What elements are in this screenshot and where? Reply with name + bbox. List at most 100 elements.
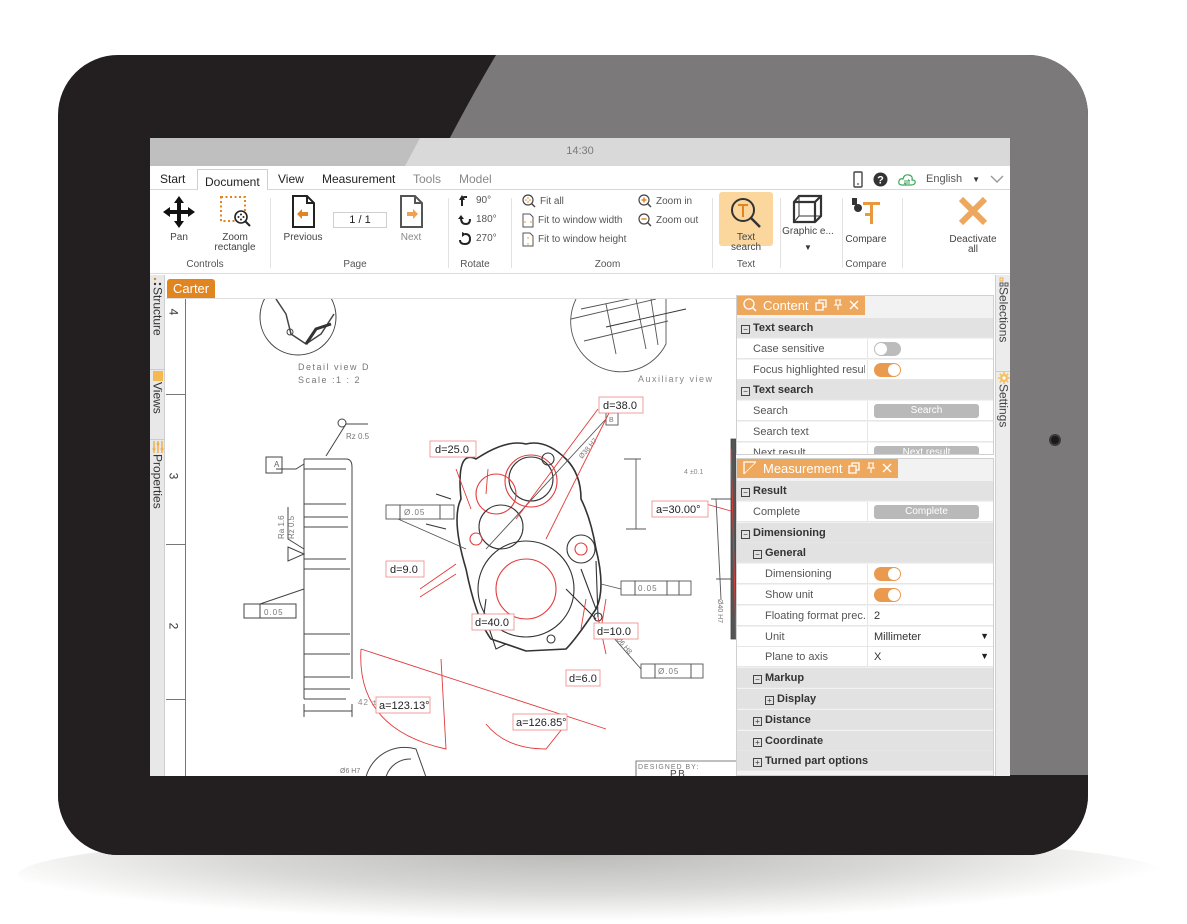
- float-window-icon[interactable]: [814, 299, 827, 311]
- select-value[interactable]: X: [874, 651, 881, 663]
- value-input[interactable]: [874, 426, 984, 440]
- side-tab-settings[interactable]: Settings: [996, 371, 1010, 451]
- close-icon[interactable]: [882, 463, 892, 473]
- measure-label-a126[interactable]: a=126.85°: [516, 717, 567, 729]
- fit-height-button[interactable]: Fit to window height: [522, 232, 626, 247]
- measure-label-d40[interactable]: d=40.0: [475, 617, 509, 629]
- cloud-sync-icon[interactable]: [898, 173, 916, 186]
- side-tab-views[interactable]: Views: [150, 369, 165, 439]
- rotate-180-button[interactable]: 180°: [458, 213, 497, 226]
- side-tab-selections[interactable]: Selections: [996, 277, 1010, 367]
- action-button[interactable]: Search: [874, 404, 979, 419]
- expand-icon[interactable]: +: [753, 737, 762, 747]
- fit-width-button[interactable]: Fit to window width: [522, 213, 622, 228]
- rotate-90-button[interactable]: 90°: [458, 194, 491, 207]
- zoom-rectangle-button[interactable]: Zoom rectangle: [210, 194, 260, 253]
- compare-button[interactable]: Compare: [842, 194, 890, 245]
- graphic-elements-button[interactable]: Graphic e... ▼: [780, 192, 836, 253]
- property-label: Focus highlighted result: [753, 363, 865, 376]
- dropdown-arrow-icon[interactable]: ▼: [980, 631, 989, 641]
- section-header[interactable]: − Text search: [737, 318, 993, 338]
- zoom-out-button[interactable]: Zoom out: [638, 213, 698, 227]
- property-row: Case sensitive: [737, 338, 993, 359]
- measure-label-d38[interactable]: d=38.0: [603, 400, 637, 412]
- section-header[interactable]: − Markup: [737, 668, 993, 689]
- expand-icon[interactable]: +: [753, 716, 762, 726]
- float-window-icon[interactable]: [848, 462, 861, 474]
- rotate-270-button[interactable]: 270°: [458, 232, 497, 245]
- drawing-viewport[interactable]: 4 3 2 Detail view D Scale:1: 2 Auxilia…: [166, 298, 736, 776]
- toggle-switch[interactable]: [874, 362, 901, 377]
- content-panel-title: Content: [763, 297, 809, 313]
- zoom-in-button[interactable]: Zoom in: [638, 194, 692, 208]
- section-header[interactable]: − Text search: [737, 380, 993, 401]
- section-header[interactable]: + Coordinate: [737, 730, 993, 751]
- toggle-switch[interactable]: [874, 588, 901, 602]
- toggle-switch[interactable]: [874, 567, 901, 582]
- ribbon-separator: [448, 198, 449, 268]
- collapse-icon[interactable]: −: [741, 387, 750, 397]
- tab-document[interactable]: Document: [197, 169, 268, 191]
- measure-label-a30[interactable]: a=30.00°: [656, 504, 700, 516]
- measure-label-d6[interactable]: d=6.0: [569, 673, 597, 685]
- measure-label-d10[interactable]: d=10.0: [597, 626, 631, 638]
- svg-text:Ra 1.6: Ra 1.6: [277, 515, 286, 539]
- tab-measurement[interactable]: Measurement: [322, 172, 395, 186]
- side-tab-properties[interactable]: Properties: [150, 439, 165, 539]
- property-row: Next result Next result: [737, 442, 993, 454]
- help-icon[interactable]: ?: [873, 172, 888, 187]
- action-button[interactable]: Complete: [874, 504, 979, 519]
- tab-tools[interactable]: Tools: [413, 172, 441, 186]
- property-label: Search text: [753, 426, 809, 438]
- section-header[interactable]: + Turned part options: [737, 751, 993, 772]
- next-page-button[interactable]: Next: [391, 194, 431, 243]
- property-label: Search: [753, 405, 788, 418]
- side-tab-structure[interactable]: Structure: [150, 277, 165, 367]
- collapse-icon[interactable]: −: [753, 675, 762, 685]
- previous-page-button[interactable]: Previous: [280, 194, 326, 243]
- language-dropdown-icon[interactable]: ▼: [972, 175, 980, 184]
- measure-label-d9[interactable]: d=9.0: [390, 564, 418, 576]
- document-tab-carter[interactable]: Carter: [167, 279, 216, 298]
- tab-view[interactable]: View: [278, 172, 304, 186]
- value-input[interactable]: 2: [874, 610, 984, 624]
- collapse-icon[interactable]: −: [741, 488, 750, 497]
- collapse-icon[interactable]: −: [753, 550, 762, 560]
- section-header[interactable]: + Display: [737, 689, 993, 709]
- section-header[interactable]: − Dimensioning: [737, 522, 993, 543]
- tab-model[interactable]: Model: [459, 172, 492, 186]
- close-icon[interactable]: [849, 300, 859, 310]
- section-header[interactable]: − General: [737, 543, 993, 564]
- expand-icon[interactable]: +: [753, 758, 762, 768]
- pin-icon[interactable]: [866, 462, 876, 474]
- svg-text:P.B.: P.B.: [670, 769, 688, 776]
- page-number-input[interactable]: 1 / 1: [333, 212, 387, 228]
- svg-text:Ø38 H7: Ø38 H7: [578, 437, 599, 460]
- section-header[interactable]: − Result: [737, 481, 993, 501]
- deactivate-all-button[interactable]: Deactivate all: [945, 194, 1001, 255]
- collapse-icon[interactable]: −: [741, 325, 750, 334]
- pin-icon[interactable]: [833, 299, 843, 311]
- collapse-icon[interactable]: −: [741, 529, 750, 539]
- mobile-device-icon[interactable]: [853, 170, 863, 188]
- section-header[interactable]: + Distance: [737, 709, 993, 730]
- svg-text:Ø.05: Ø.05: [404, 508, 425, 517]
- language-select[interactable]: English: [926, 173, 962, 185]
- left-side-tabs: Structure Views Properties: [150, 275, 165, 776]
- tab-start[interactable]: Start: [160, 172, 185, 186]
- toggle-switch[interactable]: [874, 341, 901, 356]
- svg-text:Rz 0.5: Rz 0.5: [346, 432, 370, 441]
- measure-label-d25[interactable]: d=25.0: [435, 444, 469, 456]
- tablet-camera: [1049, 434, 1061, 446]
- expand-icon[interactable]: +: [765, 696, 774, 705]
- fit-all-button[interactable]: Fit all: [522, 194, 564, 208]
- measure-label-a123[interactable]: a=123.13°: [379, 700, 430, 712]
- text-search-button[interactable]: Text search: [719, 196, 773, 253]
- chevron-down-icon[interactable]: [990, 175, 1004, 184]
- graphic-dropdown-icon[interactable]: ▼: [780, 243, 836, 253]
- pan-button[interactable]: Pan: [158, 194, 200, 243]
- select-value[interactable]: Millimeter: [874, 631, 921, 643]
- dropdown-arrow-icon[interactable]: ▼: [980, 651, 989, 661]
- action-button[interactable]: Next result: [874, 445, 979, 454]
- group-label-page: Page: [343, 259, 367, 270]
